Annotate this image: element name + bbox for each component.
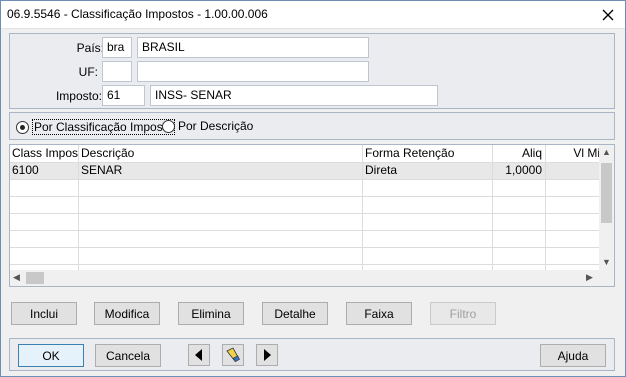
col-header-description[interactable]: Descrição — [79, 145, 363, 163]
ajuda-button[interactable]: Ajuda — [540, 344, 606, 367]
imposto-code-field[interactable]: 61 — [102, 85, 145, 106]
faixa-button[interactable]: Faixa — [346, 302, 412, 325]
tax-grid[interactable]: Class Imposto Descrição Forma Retenção A… — [9, 144, 615, 287]
pais-name-field[interactable]: BRASIL — [137, 37, 369, 58]
window-title: 06.9.5546 - Classificação Impostos - 1.0… — [7, 7, 268, 21]
grid-divider — [362, 145, 363, 271]
scroll-down-icon[interactable]: ▼ — [602, 257, 611, 267]
col-header-vlmin[interactable]: Vl Mi — [546, 145, 600, 163]
filtro-button[interactable]: Filtro — [430, 302, 496, 325]
scroll-left-icon[interactable]: ◀ — [13, 272, 20, 283]
grid-divider — [10, 213, 600, 214]
grid-divider — [10, 230, 600, 231]
radio-button-description[interactable] — [162, 119, 175, 133]
title-bar[interactable]: 06.9.5546 - Classificação Impostos - 1.0… — [1, 1, 625, 29]
grid-divider — [78, 145, 79, 271]
scroll-right-icon[interactable]: ▶ — [586, 272, 593, 283]
vertical-scroll-thumb[interactable] — [601, 163, 612, 223]
col-header-aliq[interactable]: Aliq — [493, 145, 545, 163]
previous-button[interactable] — [188, 344, 210, 366]
elimina-button[interactable]: Elimina — [178, 302, 244, 325]
radio-label-classification: Por Classificação Imposto — [32, 119, 175, 135]
pais-code-field[interactable]: bra — [102, 37, 132, 58]
radio-button-classification[interactable] — [16, 120, 29, 134]
next-button[interactable] — [256, 344, 278, 366]
imposto-name-field[interactable]: INSS- SENAR — [150, 85, 438, 106]
cancela-button[interactable]: Cancela — [95, 344, 161, 367]
cell-aliq[interactable]: 1,0000 — [493, 162, 545, 179]
col-header-class[interactable]: Class Imposto — [10, 145, 79, 163]
flashlight-icon — [226, 347, 240, 363]
inclui-button[interactable]: Inclui — [11, 302, 77, 325]
radio-label-description: Por Descrição — [178, 119, 254, 133]
uf-name-field[interactable] — [137, 61, 369, 82]
grid-divider — [10, 247, 600, 248]
ok-button[interactable]: OK — [18, 344, 84, 367]
grid-divider — [545, 145, 546, 271]
cell-retention[interactable]: Direta — [363, 162, 493, 179]
pais-label: País: — [76, 41, 104, 55]
order-group: Por Classificação Imposto Por Descrição — [9, 112, 615, 140]
cell-description[interactable]: SENAR — [79, 162, 363, 179]
horizontal-scroll-thumb[interactable] — [26, 272, 44, 284]
detalhe-button[interactable]: Detalhe — [262, 302, 328, 325]
imposto-label: Imposto: — [55, 89, 102, 103]
search-button[interactable] — [222, 344, 244, 366]
vertical-scrollbar[interactable]: ▲ ▼ — [599, 145, 614, 271]
col-header-retention[interactable]: Forma Retenção — [363, 145, 493, 163]
grid-divider — [10, 179, 600, 180]
scroll-up-icon[interactable]: ▲ — [602, 147, 611, 157]
radio-by-classification[interactable]: Por Classificação Imposto — [16, 119, 175, 135]
filter-group: País: bra BRASIL UF: Imposto: 61 INSS- S… — [9, 33, 615, 109]
uf-label: UF: — [78, 65, 98, 79]
radio-by-description[interactable]: Por Descrição — [162, 119, 253, 133]
arrow-right-icon — [264, 349, 271, 361]
cell-class[interactable]: 6100 — [10, 162, 79, 179]
grid-divider — [10, 264, 600, 265]
modifica-button[interactable]: Modifica — [94, 302, 160, 325]
grid-divider — [492, 145, 493, 271]
grid-divider — [10, 196, 600, 197]
dialog-window: 06.9.5546 - Classificação Impostos - 1.0… — [0, 0, 626, 377]
horizontal-scrollbar[interactable]: ◀ ▶ — [10, 270, 614, 286]
close-icon[interactable] — [597, 4, 619, 26]
footer-panel: OK Cancela Ajuda — [9, 338, 615, 371]
arrow-left-icon — [195, 349, 202, 361]
uf-code-field[interactable] — [102, 61, 132, 82]
